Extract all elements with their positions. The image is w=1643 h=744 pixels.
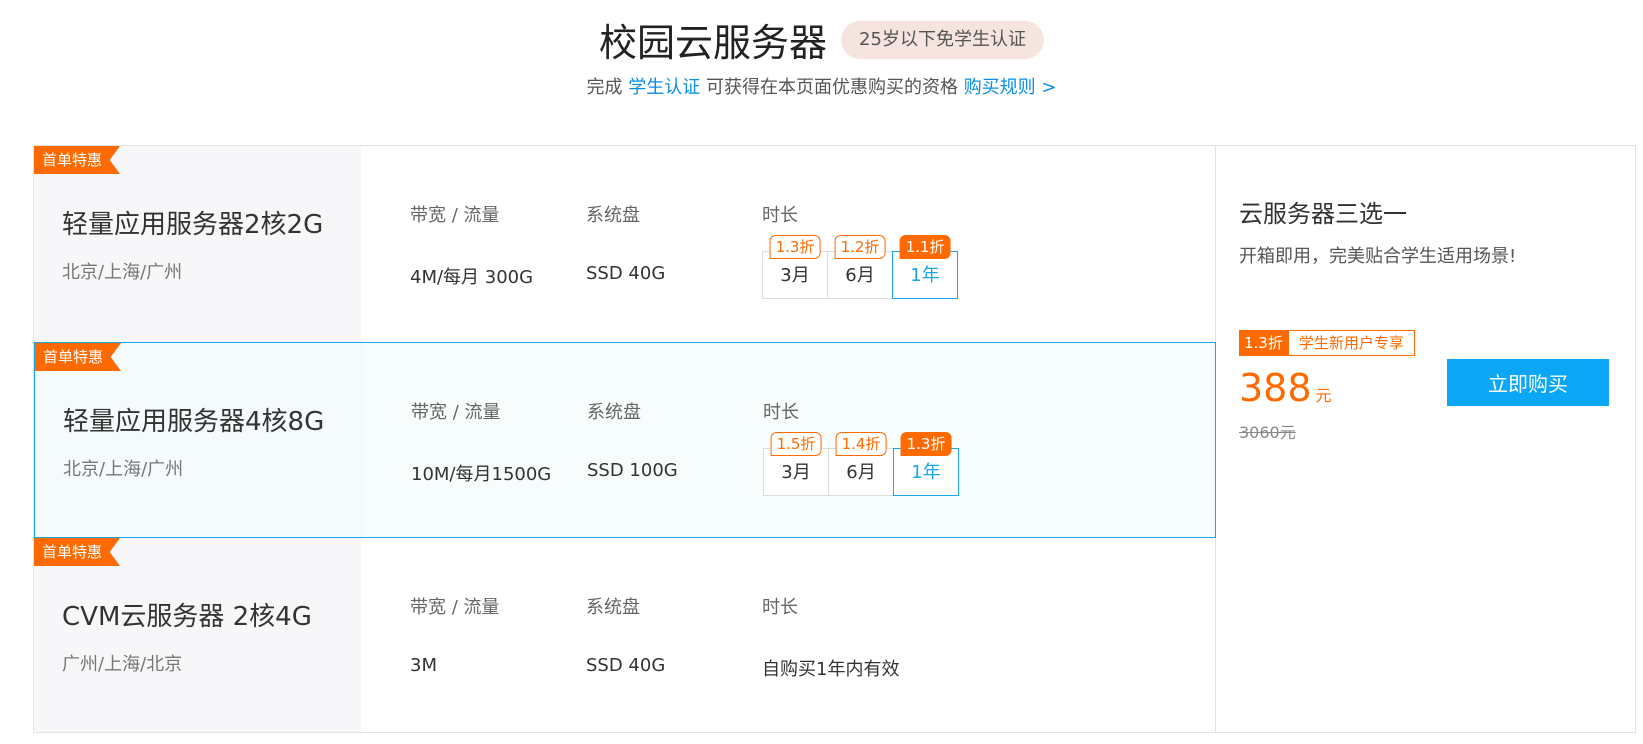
duration-option-3m[interactable]: 1.5折 3月 bbox=[763, 432, 829, 496]
discount-badge: 1.3折 bbox=[769, 235, 821, 259]
disk-label: 系统盘 bbox=[586, 597, 640, 618]
bandwidth-value: 4M/每月 300G bbox=[410, 267, 534, 288]
duration-label: 时长 bbox=[763, 402, 799, 423]
price-unit: 元 bbox=[1315, 386, 1332, 405]
bandwidth-value: 10M/每月1500G bbox=[411, 464, 552, 485]
price: 388 元 bbox=[1239, 366, 1332, 410]
product-name-column: 首单特惠 轻量应用服务器4核8G 北京/上海/广州 bbox=[35, 343, 362, 537]
duration-option-6m[interactable]: 1.4折 6月 bbox=[828, 432, 894, 496]
product-row-1[interactable]: 首单特惠 轻量应用服务器2核2G 北京/上海/广州 带宽 / 流量 系统盘 时长… bbox=[34, 146, 1216, 342]
duration-label-text: 6月 bbox=[846, 462, 876, 483]
price-number: 388 bbox=[1239, 366, 1312, 410]
discount-badge: 1.4折 bbox=[835, 432, 887, 456]
duration-value: 自购买1年内有效 bbox=[762, 659, 900, 680]
sidebar-title: 云服务器三选一 bbox=[1239, 200, 1407, 228]
disk-value: SSD 40G bbox=[586, 263, 666, 284]
age-badge: 25岁以下免学生认证 bbox=[841, 20, 1044, 59]
bandwidth-value: 3M bbox=[410, 655, 437, 676]
bandwidth-label: 带宽 / 流量 bbox=[410, 205, 500, 226]
duration-options: 1.3折 3月 1.2折 6月 1.1折 1年 bbox=[762, 235, 958, 299]
purchase-rules-link[interactable]: 购买规则 > bbox=[964, 77, 1057, 98]
duration-options: 1.5折 3月 1.4折 6月 1.3折 1年 bbox=[763, 432, 959, 496]
duration-option-3m[interactable]: 1.3折 3月 bbox=[762, 235, 828, 299]
product-name: 轻量应用服务器2核2G bbox=[62, 210, 324, 240]
disk-value: SSD 100G bbox=[587, 460, 678, 481]
duration-option-6m[interactable]: 1.2折 6月 bbox=[827, 235, 893, 299]
first-order-tag: 首单特惠 bbox=[35, 343, 122, 371]
product-row-3[interactable]: 首单特惠 CVM云服务器 2核4G 广州/上海/北京 带宽 / 流量 系统盘 时… bbox=[34, 538, 1216, 732]
product-list: 首单特惠 轻量应用服务器2核2G 北京/上海/广州 带宽 / 流量 系统盘 时长… bbox=[34, 146, 1216, 732]
product-region: 北京/上海/广州 bbox=[62, 262, 183, 283]
discount-badge: 1.1折 bbox=[899, 235, 951, 259]
duration-label-text: 1年 bbox=[910, 265, 940, 286]
product-region: 广州/上海/北京 bbox=[62, 654, 183, 675]
duration-option-1y[interactable]: 1.3折 1年 bbox=[893, 432, 959, 496]
page-title: 校园云服务器 bbox=[599, 21, 828, 65]
subtitle: 完成 学生认证 可获得在本页面优惠购买的资格 购买规则 > bbox=[0, 73, 1643, 99]
product-row-2[interactable]: 首单特惠 轻量应用服务器4核8G 北京/上海/广州 带宽 / 流量 系统盘 时长… bbox=[34, 342, 1216, 538]
product-name-column: 首单特惠 轻量应用服务器2核2G 北京/上海/广州 bbox=[34, 146, 361, 342]
product-name: 轻量应用服务器4核8G bbox=[63, 407, 325, 437]
purchase-sidebar: 云服务器三选一 开箱即用，完美贴合学生适用场景! 1.3折 学生新用户专享 38… bbox=[1217, 146, 1635, 732]
disk-label: 系统盘 bbox=[587, 402, 641, 423]
bandwidth-label: 带宽 / 流量 bbox=[411, 402, 501, 423]
duration-label-text: 1年 bbox=[911, 462, 941, 483]
student-auth-link[interactable]: 学生认证 bbox=[628, 77, 700, 98]
bandwidth-label: 带宽 / 流量 bbox=[410, 597, 500, 618]
product-name-column: 首单特惠 CVM云服务器 2核4G 广州/上海/北京 bbox=[34, 538, 361, 732]
promo-discount: 1.3折 bbox=[1239, 330, 1288, 356]
first-order-tag: 首单特惠 bbox=[34, 538, 121, 566]
discount-badge: 1.2折 bbox=[834, 235, 886, 259]
title-row: 校园云服务器 25岁以下免学生认证 bbox=[0, 12, 1643, 67]
duration-label-text: 3月 bbox=[781, 462, 811, 483]
promo-badge: 1.3折 学生新用户专享 bbox=[1239, 330, 1415, 356]
duration-label-text: 3月 bbox=[780, 265, 810, 286]
duration-label-text: 6月 bbox=[845, 265, 875, 286]
product-name: CVM云服务器 2核4G bbox=[62, 602, 312, 632]
duration-label: 时长 bbox=[762, 205, 798, 226]
buy-now-button[interactable]: 立即购买 bbox=[1447, 359, 1609, 406]
discount-badge: 1.5折 bbox=[770, 432, 822, 456]
first-order-tag: 首单特惠 bbox=[34, 146, 121, 174]
page-header: 校园云服务器 25岁以下免学生认证 完成 学生认证 可获得在本页面优惠购买的资格… bbox=[0, 0, 1643, 120]
original-price: 3060元 bbox=[1239, 423, 1296, 442]
product-panel: 首单特惠 轻量应用服务器2核2G 北京/上海/广州 带宽 / 流量 系统盘 时长… bbox=[33, 145, 1636, 733]
subtitle-prefix: 完成 bbox=[586, 77, 629, 98]
product-region: 北京/上海/广州 bbox=[63, 459, 184, 480]
duration-option-1y[interactable]: 1.1折 1年 bbox=[892, 235, 958, 299]
disk-value: SSD 40G bbox=[586, 655, 666, 676]
promo-text: 学生新用户专享 bbox=[1287, 330, 1415, 356]
duration-label: 时长 bbox=[762, 597, 798, 618]
sidebar-description: 开箱即用，完美贴合学生适用场景! bbox=[1239, 246, 1517, 267]
disk-label: 系统盘 bbox=[586, 205, 640, 226]
discount-badge: 1.3折 bbox=[900, 432, 952, 456]
subtitle-middle: 可获得在本页面优惠购买的资格 bbox=[700, 77, 964, 98]
